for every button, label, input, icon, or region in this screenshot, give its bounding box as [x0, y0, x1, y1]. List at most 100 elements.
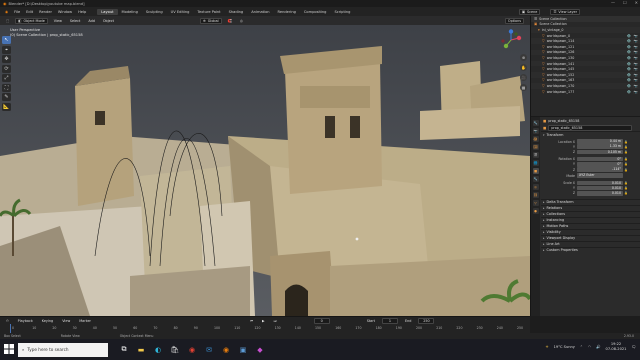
camera-visibility-icon[interactable]: 📷 [634, 84, 638, 88]
lock-icon[interactable]: 🔓 [623, 168, 629, 172]
lock-icon[interactable]: 🔓 [623, 145, 629, 149]
view-layer-tab-icon[interactable]: 🖼 [532, 144, 539, 150]
tab-layout[interactable]: Layout [97, 8, 118, 15]
camera-visibility-icon[interactable]: 📷 [634, 90, 638, 94]
rotation-mode-dropdown[interactable]: XYZ Euler [577, 173, 623, 179]
menu-playback[interactable]: Playback [16, 319, 35, 323]
volume-icon[interactable]: 🔊 [596, 345, 600, 349]
annotate-tool-icon[interactable]: ✎ [2, 93, 11, 101]
view-layer-field[interactable]: ☰ View Layer [550, 8, 580, 15]
lock-icon[interactable]: 🔓 [623, 140, 629, 144]
eye-icon[interactable]: 👁 [627, 62, 631, 66]
menu-marker[interactable]: Marker [77, 319, 93, 323]
pan-icon[interactable]: ✋ [520, 64, 527, 71]
network-icon[interactable]: ◠ [588, 345, 591, 349]
zoom-icon[interactable]: ⊕ [520, 54, 527, 61]
data-tab-icon[interactable]: ▽ [532, 200, 539, 206]
render-tab-icon[interactable]: 📷 [532, 128, 539, 134]
scale-value-field[interactable]: 0.010 [577, 180, 623, 186]
maximize-button[interactable]: ☐ [623, 0, 627, 5]
camera-visibility-icon[interactable]: 📷 [634, 39, 638, 43]
eye-icon[interactable]: 👁 [627, 50, 631, 54]
tab-compositing[interactable]: Compositing [300, 9, 331, 15]
edge-browser-icon[interactable]: ◐ [152, 344, 164, 356]
modifier-tab-icon[interactable]: 🔧 [532, 176, 539, 182]
section-panel[interactable]: ▸ Custom Properties [541, 246, 640, 253]
location-value-field[interactable]: 0.105 m [577, 149, 623, 155]
photos-icon[interactable]: ▣ [237, 344, 249, 356]
menu-select[interactable]: Select [68, 19, 82, 23]
camera-visibility-icon[interactable]: 📷 [634, 78, 638, 82]
move-tool-icon[interactable]: ✥ [2, 55, 11, 63]
scene-tab-icon[interactable]: 🎬 [532, 152, 539, 158]
lock-icon[interactable]: 🔓 [623, 191, 629, 195]
eye-icon[interactable]: 👁 [627, 39, 631, 43]
menu-help[interactable]: Help [75, 10, 89, 14]
camera-visibility-icon[interactable]: 📷 [634, 50, 638, 54]
material-tab-icon[interactable]: ● [532, 208, 539, 214]
lock-icon[interactable]: 🔓 [623, 162, 629, 166]
rotation-value-field[interactable]: 0° [577, 156, 623, 162]
physics-tab-icon[interactable]: ◎ [532, 184, 539, 190]
eye-icon[interactable]: 👁 [627, 56, 631, 60]
eye-icon[interactable]: 👁 [627, 45, 631, 49]
menu-edit[interactable]: Edit [23, 10, 36, 14]
eye-icon[interactable]: 👁 [627, 84, 631, 88]
tab-scripting[interactable]: Scripting [330, 9, 354, 15]
camera-visibility-icon[interactable]: 📷 [634, 56, 638, 60]
app-icon[interactable]: ◆ [254, 344, 266, 356]
windows-start-icon[interactable] [4, 344, 14, 354]
notifications-icon[interactable]: 🗨 [631, 345, 636, 349]
location-value-field[interactable]: 1.33 m [577, 144, 623, 150]
lock-icon[interactable]: 🔓 [623, 157, 629, 161]
tab-rendering[interactable]: Rendering [274, 9, 300, 15]
world-tab-icon[interactable]: 🌐 [532, 160, 539, 166]
scene-field[interactable]: ▣ Scene [518, 8, 541, 15]
mode-dropdown[interactable]: ◧ Object Mode [15, 17, 48, 24]
lock-icon[interactable]: 🔓 [623, 181, 629, 185]
taskbar-search-box[interactable]: ⌕ Type here to search [18, 342, 108, 357]
eye-icon[interactable]: 👁 [627, 78, 631, 82]
minimize-button[interactable]: — [611, 0, 615, 5]
timeline-editor-icon[interactable]: ⏱ [4, 319, 11, 323]
output-tab-icon[interactable]: 🖨 [532, 136, 539, 142]
play-icon[interactable]: ▶ [260, 319, 267, 323]
start-frame-field[interactable]: 1 [382, 317, 398, 324]
close-button[interactable]: ✕ [635, 0, 638, 5]
tab-animation[interactable]: Animation [247, 9, 273, 15]
section-transform[interactable]: ▾ Transform [541, 131, 640, 137]
outliner-item[interactable]: ▽ worldspawn_177 👁 📷 [531, 89, 640, 95]
tab-uv-editing[interactable]: UV Editing [167, 9, 194, 15]
scale-value-field[interactable]: 0.010 [577, 190, 623, 196]
proportional-edit-icon[interactable]: ◎ [238, 19, 245, 23]
menu-keying[interactable]: Keying [40, 319, 55, 323]
scale-value-field[interactable]: 0.010 [577, 185, 623, 191]
snap-icon[interactable]: 🧲 [226, 19, 234, 23]
options-dropdown[interactable]: Options [504, 17, 524, 24]
playhead[interactable] [10, 324, 11, 333]
jump-start-icon[interactable]: ⏮ [248, 319, 255, 323]
blender-menu-icon[interactable]: ◉ [2, 10, 11, 14]
clock[interactable]: 19:22 07-08-2021 [606, 342, 627, 351]
chrome-icon[interactable]: ◉ [186, 344, 198, 356]
object-name-field[interactable]: prop_static_65158 [548, 124, 633, 131]
menu-window[interactable]: Window [55, 10, 75, 14]
tool-tab-icon[interactable]: 🔧 [532, 120, 539, 126]
task-view-icon[interactable]: ⧉ [118, 344, 130, 356]
location-value-field[interactable]: 0.44 m [577, 139, 623, 144]
camera-visibility-icon[interactable]: 📷 [634, 34, 638, 38]
orientation-dropdown[interactable]: ⊕ Global [199, 17, 222, 24]
editor-type-icon[interactable]: ⬚ [4, 19, 11, 23]
tab-shading[interactable]: Shading [225, 9, 248, 15]
menu-add[interactable]: Add [86, 19, 97, 23]
eye-icon[interactable]: 👁 [627, 34, 631, 38]
menu-object[interactable]: Object [101, 19, 116, 23]
ortho-toggle-icon[interactable]: ▦ [520, 84, 527, 91]
camera-visibility-icon[interactable]: 📷 [634, 67, 638, 71]
tab-texture-paint[interactable]: Texture Paint [193, 9, 224, 15]
mail-icon[interactable]: ✉ [203, 344, 215, 356]
select-box-tool-icon[interactable]: ↖ [2, 36, 11, 44]
end-frame-field[interactable]: 250 [418, 317, 435, 324]
object-tab-icon[interactable]: ■ [532, 168, 539, 174]
navigation-gizmo-icon[interactable] [500, 29, 522, 51]
